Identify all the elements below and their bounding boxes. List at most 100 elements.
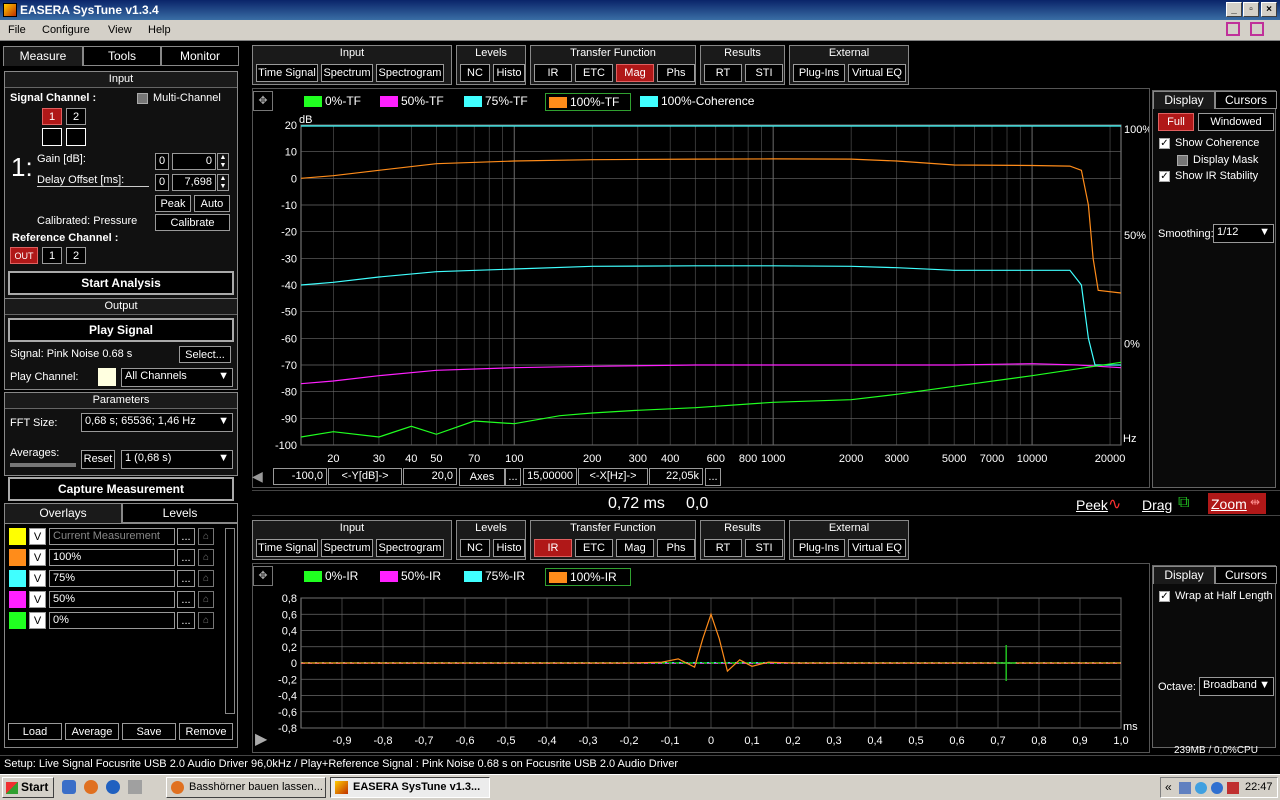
bottom-phs-button[interactable]: Phs	[657, 539, 695, 557]
drag-button[interactable]: Drag	[1142, 497, 1172, 513]
menu-help[interactable]: Help	[148, 24, 171, 36]
tab-monitor[interactable]: Monitor	[161, 46, 239, 66]
top-etc-button[interactable]: ETC	[575, 64, 613, 82]
menu-view[interactable]: View	[108, 24, 132, 36]
x-max-field[interactable]: 22,05k	[649, 468, 703, 485]
bottom-time-signal-button[interactable]: Time Signal	[256, 539, 318, 557]
bottom-etc-button[interactable]: ETC	[575, 539, 613, 557]
task-easera[interactable]: EASERA SysTune v1.3...	[330, 777, 490, 798]
top-spectrogram-button[interactable]: Spectrogram	[376, 64, 444, 82]
pan-icon[interactable]: ✥	[253, 566, 273, 586]
lock-icon[interactable]: ⌂	[198, 570, 214, 587]
overlay-more-button[interactable]: ...	[177, 549, 195, 566]
bottom-plug-ins-button[interactable]: Plug-Ins	[793, 539, 845, 557]
lock-icon[interactable]: ⌂	[198, 549, 214, 566]
axes-more-button[interactable]: ...	[505, 468, 521, 486]
network-icon[interactable]	[1179, 782, 1191, 794]
overlays-scrollbar[interactable]	[225, 528, 235, 714]
gain-spinner[interactable]: ▲ ▼	[217, 153, 229, 170]
overlay-more-button[interactable]: ...	[177, 528, 195, 545]
lock-icon[interactable]: ⌂	[198, 528, 214, 545]
top-phs-button[interactable]: Phs	[657, 64, 695, 82]
reset-button[interactable]: Reset	[81, 450, 115, 469]
bottom-spectrum-button[interactable]: Spectrum	[321, 539, 373, 557]
overlay-visible-toggle[interactable]: V	[29, 612, 46, 629]
delay-a-field[interactable]: 0	[155, 174, 169, 191]
menu-file[interactable]: File	[8, 24, 26, 36]
start-analysis-button[interactable]: Start Analysis	[8, 271, 234, 295]
tab-tools[interactable]: Tools	[83, 46, 161, 66]
impulse-chart[interactable]: -0,9 -0,8 -0,7 -0,6 -0,5 -0,4 -0,3 -0,2 -0,1 0 0,1…	[253, 586, 1149, 752]
bluetooth-icon[interactable]	[1195, 782, 1207, 794]
overlay-visible-toggle[interactable]: V	[29, 549, 46, 566]
signal-channel-1-button[interactable]: 1	[42, 108, 62, 125]
top-histo-button[interactable]: Histo	[493, 64, 525, 82]
tab-cursors[interactable]: Cursors	[1215, 91, 1277, 109]
upload-icon[interactable]	[1250, 22, 1264, 36]
x-min-field[interactable]: 15,00000	[523, 468, 577, 485]
task-browser[interactable]: Basshörner bauen lassen...	[166, 777, 326, 798]
download-icon[interactable]	[1226, 22, 1240, 36]
save-button[interactable]: Save	[122, 723, 176, 740]
overlay-color-swatch[interactable]	[9, 591, 26, 608]
auto-button[interactable]: Auto	[194, 195, 230, 212]
gain-a-field[interactable]: 0	[155, 153, 169, 170]
top-rt-button[interactable]: RT	[704, 64, 742, 82]
multi-channel-checkbox[interactable]	[137, 93, 148, 104]
overlay-color-swatch[interactable]	[9, 549, 26, 566]
security-icon[interactable]	[1227, 782, 1239, 794]
bottom-nc-button[interactable]: NC	[460, 539, 490, 557]
lock-icon[interactable]: ⌂	[198, 612, 214, 629]
top-sti-button[interactable]: STI	[745, 64, 783, 82]
top-nc-button[interactable]: NC	[460, 64, 490, 82]
menu-configure[interactable]: Configure	[42, 24, 90, 36]
fft-size-select[interactable]: 0,68 s; 65536; 1,46 Hz ▼	[81, 413, 233, 432]
play-channel-select[interactable]: All Channels ▼	[121, 368, 233, 387]
overlay-name-field[interactable]: 100%	[49, 549, 175, 566]
tab-display[interactable]: Display	[1153, 91, 1215, 109]
overlay-name-field[interactable]: 0%	[49, 612, 175, 629]
start-button[interactable]: Start	[2, 777, 54, 798]
desktop-icon[interactable]	[62, 780, 76, 794]
full-button[interactable]: Full	[1158, 113, 1194, 131]
minimize-button[interactable]: _	[1226, 2, 1242, 17]
zoom-button[interactable]: Zoom ⇹	[1208, 493, 1266, 514]
display-mask-checkbox[interactable]	[1177, 155, 1188, 166]
windowed-button[interactable]: Windowed	[1198, 113, 1274, 131]
remove-button[interactable]: Remove	[179, 723, 233, 740]
capture-measurement-button[interactable]: Capture Measurement	[8, 477, 234, 501]
tab-display-bottom[interactable]: Display	[1153, 566, 1215, 584]
overlay-name-field[interactable]: 50%	[49, 591, 175, 608]
tab-overlays[interactable]: Overlays	[4, 503, 122, 523]
tray-arrow-icon[interactable]: «	[1165, 780, 1172, 794]
octave-select[interactable]: Broadband ▼	[1199, 677, 1274, 696]
pan-icon[interactable]: ✥	[253, 91, 273, 111]
wrap-checkbox[interactable]: ✓	[1159, 591, 1170, 602]
axes-button[interactable]: Axes	[459, 468, 505, 486]
overlay-color-swatch[interactable]	[9, 528, 26, 545]
legend-item-0-ir[interactable]: 0%-IR	[301, 568, 371, 586]
delay-spinner[interactable]: ▲ ▼	[217, 174, 229, 191]
update-icon[interactable]	[1211, 782, 1223, 794]
lock-icon[interactable]: ⌂	[198, 591, 214, 608]
overlay-name-field[interactable]: Current Measurement	[49, 528, 175, 545]
legend-item-75-ir[interactable]: 75%-IR	[461, 568, 539, 586]
reference-1-button[interactable]: 1	[42, 247, 62, 264]
bottom-sti-button[interactable]: STI	[745, 539, 783, 557]
load-button[interactable]: Load	[8, 723, 62, 740]
y-min-field[interactable]: -100,0	[273, 468, 327, 485]
bottom-mag-button[interactable]: Mag	[616, 539, 654, 557]
overlay-visible-toggle[interactable]: V	[29, 528, 46, 545]
bottom-virtual-eq-button[interactable]: Virtual EQ	[848, 539, 906, 557]
top-ir-button[interactable]: IR	[534, 64, 572, 82]
play-signal-button[interactable]: Play Signal	[8, 318, 234, 342]
bottom-rt-button[interactable]: RT	[704, 539, 742, 557]
close-button[interactable]: ×	[1261, 2, 1277, 17]
delay-b-field[interactable]: 7,698	[172, 174, 216, 191]
maximize-button[interactable]: ▫	[1243, 2, 1259, 17]
x-more-button[interactable]: ...	[705, 468, 721, 486]
y-max-field[interactable]: 20,0	[403, 468, 457, 485]
peak-button[interactable]: Peak	[155, 195, 191, 212]
overlay-name-field[interactable]: 75%	[49, 570, 175, 587]
overlay-visible-toggle[interactable]: V	[29, 570, 46, 587]
